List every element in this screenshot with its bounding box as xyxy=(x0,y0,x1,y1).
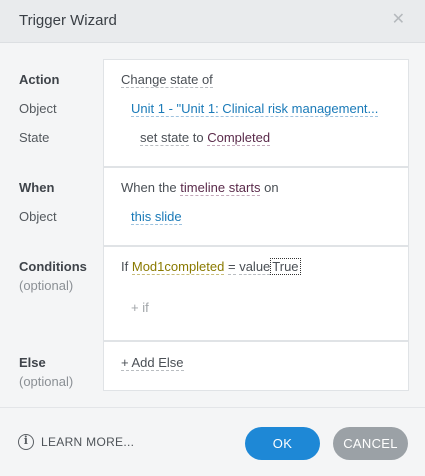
conditions-panel: If Mod1completed = value True + if xyxy=(103,246,409,341)
else-label: Else xyxy=(19,355,46,370)
action-object-dropdown[interactable]: Unit 1 - "Unit 1: Clinical risk manageme… xyxy=(131,101,379,117)
value-type-dropdown[interactable]: value xyxy=(239,259,271,275)
condition-value-field[interactable]: True xyxy=(270,258,301,275)
dialog-footer: LEARN MORE... OK CANCEL xyxy=(0,407,425,476)
else-panel: + Add Else xyxy=(103,341,409,391)
state-label: State xyxy=(19,130,50,145)
when-row: When the timeline starts on xyxy=(121,180,279,196)
condition-row: If Mod1completed = value True xyxy=(121,258,301,275)
if-word: If xyxy=(121,259,129,274)
title-bar: Trigger Wizard ✕ xyxy=(0,0,425,43)
info-icon xyxy=(18,434,34,450)
operator-dropdown[interactable]: = xyxy=(227,259,236,275)
dialog-title: Trigger Wizard xyxy=(19,12,117,29)
conditions-label: Conditions xyxy=(19,259,87,274)
cancel-button[interactable]: CANCEL xyxy=(333,427,408,460)
action-object-label: Object xyxy=(19,101,57,116)
learn-more-link[interactable]: LEARN MORE... xyxy=(18,434,134,450)
to-word: to xyxy=(192,130,204,145)
set-state-dropdown[interactable]: set state xyxy=(140,130,190,146)
add-else-button[interactable]: + Add Else xyxy=(121,355,184,371)
when-label: When xyxy=(19,180,55,195)
state-value-dropdown[interactable]: Completed xyxy=(207,130,271,146)
else-optional-label: (optional) xyxy=(19,374,74,389)
ok-button[interactable]: OK xyxy=(245,427,320,460)
when-object-label: Object xyxy=(19,209,57,224)
learn-more-label: LEARN MORE... xyxy=(41,435,135,449)
add-if-button[interactable]: + if xyxy=(131,300,149,315)
conditions-optional-label: (optional) xyxy=(19,278,74,293)
action-panel: Change state of Unit 1 - "Unit 1: Clinic… xyxy=(103,59,409,167)
when-prefix: When the xyxy=(121,180,177,195)
when-object-dropdown[interactable]: this slide xyxy=(131,209,182,225)
close-icon[interactable]: ✕ xyxy=(392,11,405,29)
when-panel: When the timeline starts on this slide xyxy=(103,167,409,246)
action-label: Action xyxy=(19,72,60,87)
event-dropdown[interactable]: timeline starts xyxy=(180,180,261,196)
state-row: set state to Completed xyxy=(140,130,271,146)
on-word: on xyxy=(264,180,279,195)
variable-dropdown[interactable]: Mod1completed xyxy=(131,259,225,275)
trigger-wizard-dialog: Trigger Wizard ✕ Action Object State Whe… xyxy=(0,0,425,476)
action-dropdown[interactable]: Change state of xyxy=(121,72,213,88)
